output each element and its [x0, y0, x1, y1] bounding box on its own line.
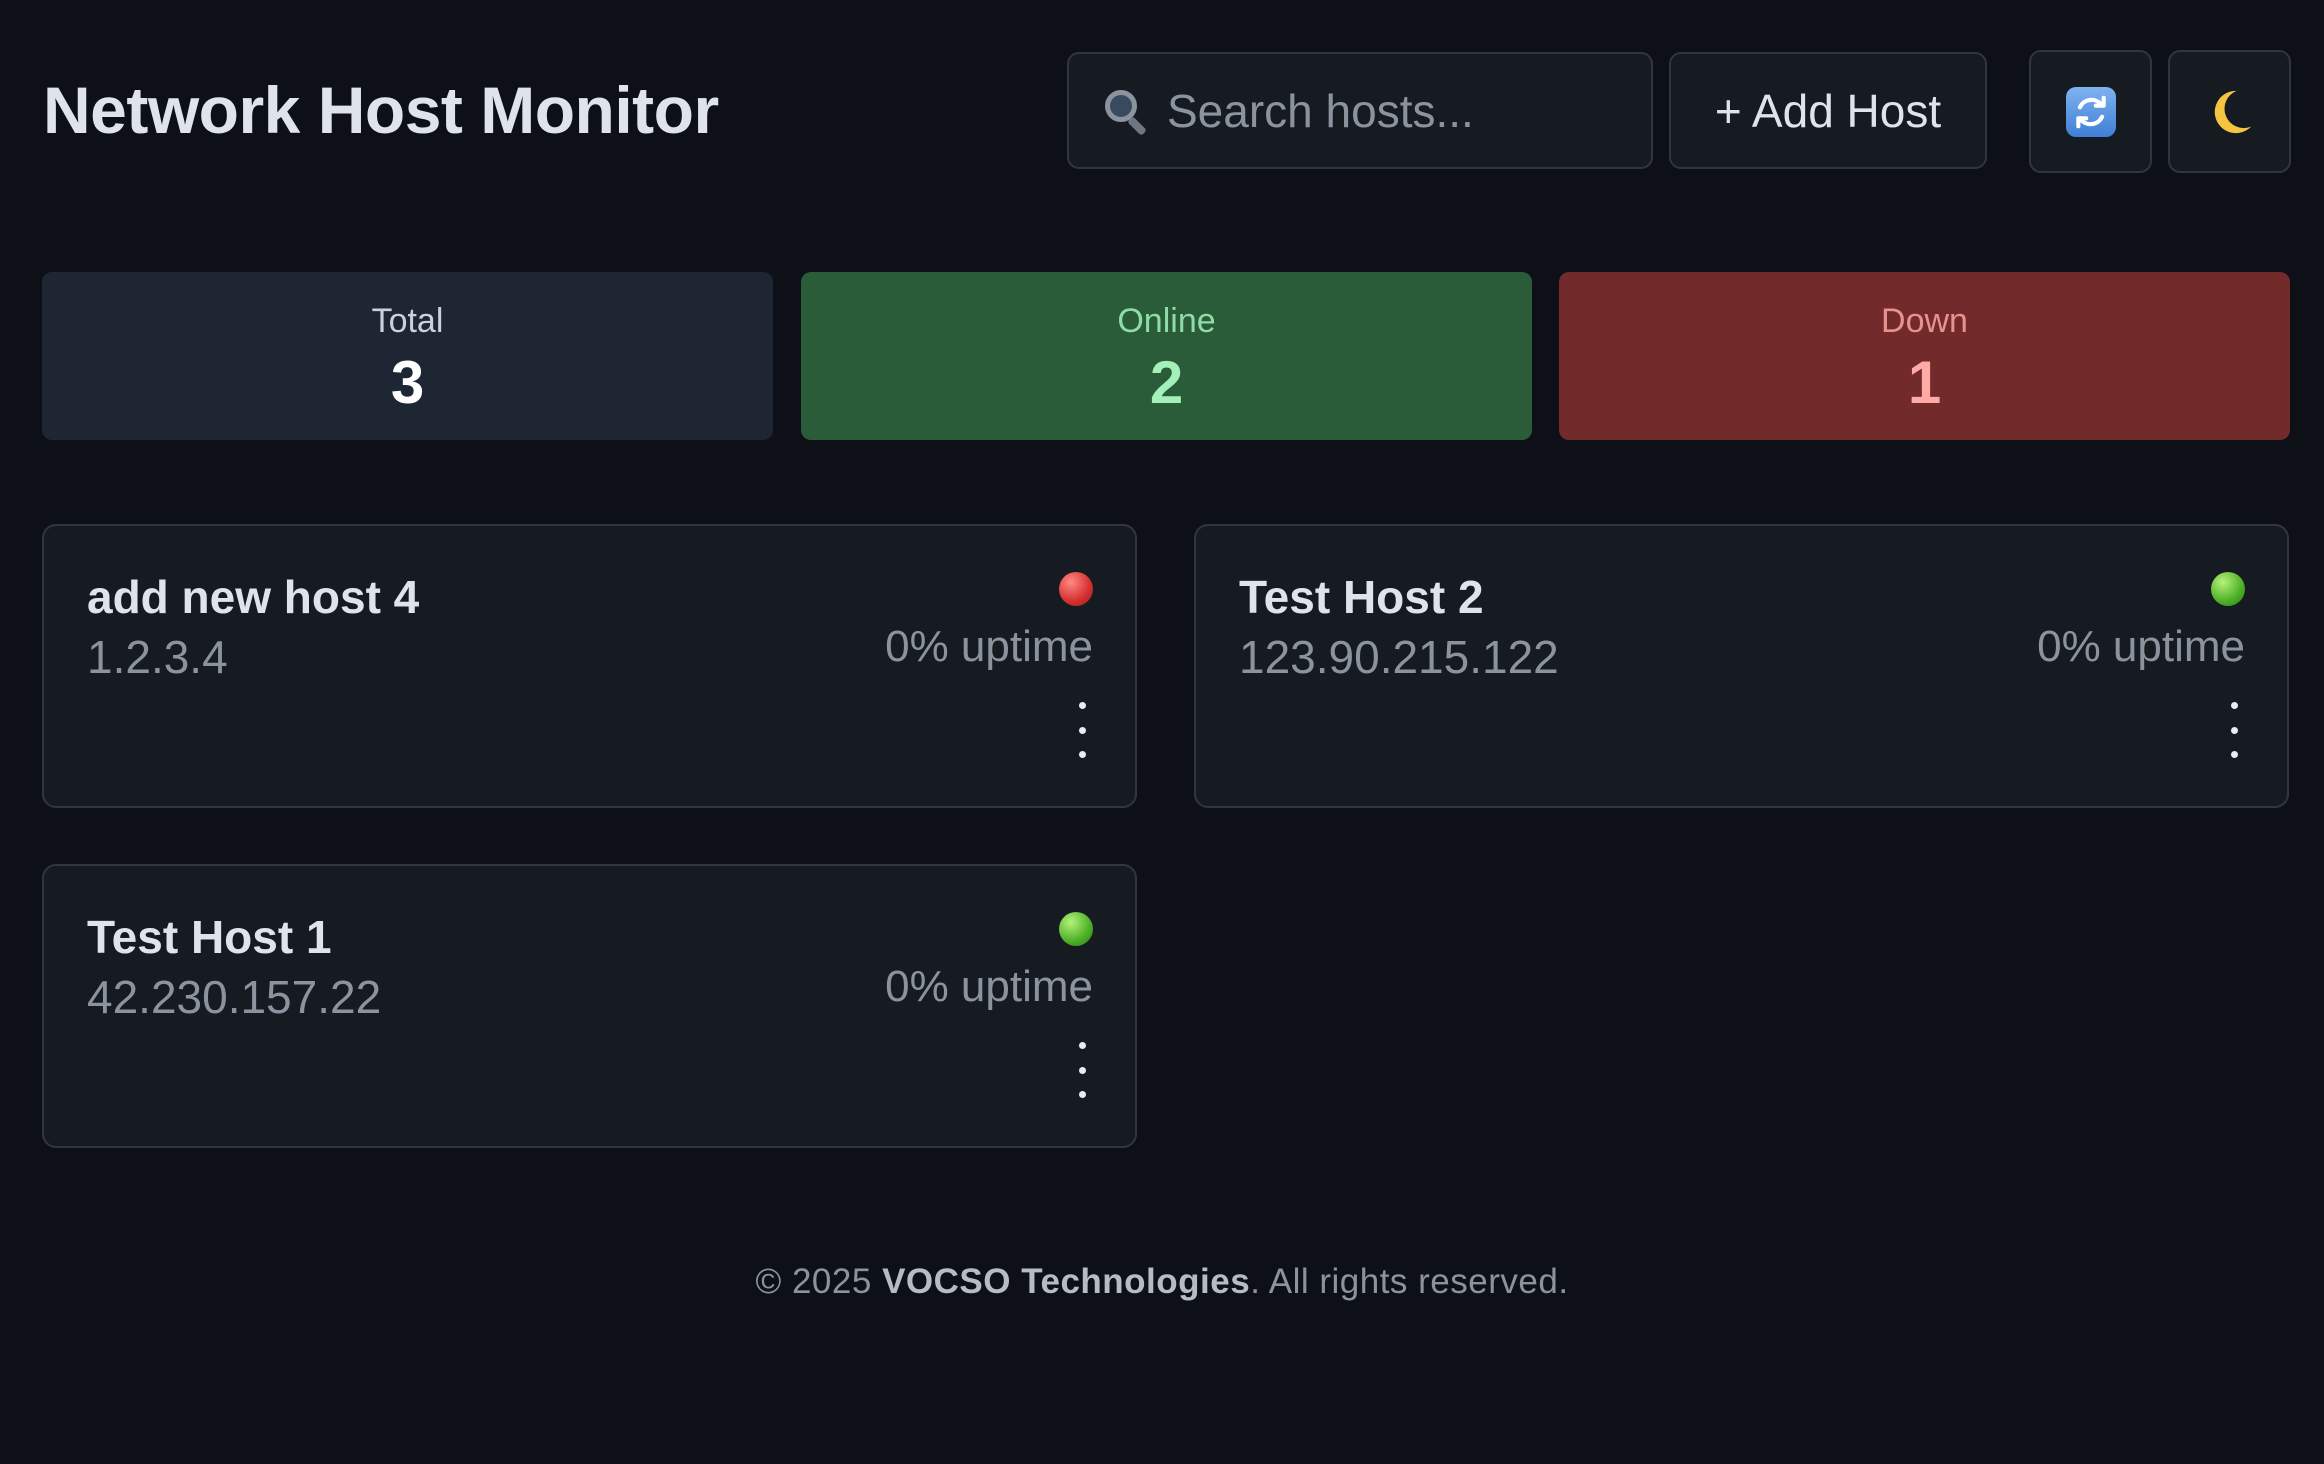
- host-menu-button[interactable]: [2219, 702, 2249, 758]
- status-online-indicator: [2211, 572, 2245, 606]
- stat-online-card: Online 2: [801, 272, 1532, 440]
- status-down-indicator: [1059, 572, 1093, 606]
- kebab-icon-dot: [2230, 726, 2238, 734]
- kebab-icon-dot: [1078, 751, 1086, 758]
- host-uptime: 0% uptime: [2037, 622, 2245, 671]
- page-title: Network Host Monitor: [43, 73, 719, 147]
- search-icon: [1103, 88, 1149, 136]
- stat-online-value: 2: [1149, 349, 1184, 416]
- moon-icon: [2214, 90, 2251, 133]
- app-page: Network Host Monitor + Add Host Total 3 …: [0, 0, 2324, 1464]
- kebab-icon-dot: [2230, 702, 2238, 709]
- search-input[interactable]: [1167, 83, 1647, 138]
- host-ip: 42.230.157.22: [87, 971, 382, 1023]
- host-uptime: 0% uptime: [885, 962, 1093, 1011]
- kebab-icon-dot: [2230, 751, 2238, 758]
- host-menu-button[interactable]: [1067, 702, 1097, 758]
- footer-company: VOCSO Technologies: [882, 1262, 1251, 1301]
- footer-copyright: © 2025: [755, 1262, 883, 1301]
- stat-down-value: 1: [1907, 349, 1942, 416]
- stat-down-label: Down: [1881, 302, 1968, 340]
- kebab-icon-dot: [1078, 726, 1086, 734]
- host-card[interactable]: Test Host 2 123.90.215.122 0% uptime: [1194, 524, 2289, 808]
- host-menu-button[interactable]: [1067, 1042, 1097, 1098]
- stat-total-label: Total: [371, 302, 444, 340]
- kebab-icon-dot: [1078, 702, 1086, 709]
- search-box[interactable]: [1067, 52, 1653, 169]
- host-uptime: 0% uptime: [885, 622, 1093, 671]
- host-ip: 1.2.3.4: [87, 631, 228, 683]
- stat-down-card: Down 1: [1559, 272, 2290, 440]
- refresh-button[interactable]: [2029, 50, 2152, 173]
- host-card[interactable]: add new host 4 1.2.3.4 0% uptime: [42, 524, 1137, 808]
- kebab-icon-dot: [1078, 1042, 1086, 1049]
- add-host-button[interactable]: + Add Host: [1669, 52, 1987, 169]
- theme-toggle-button[interactable]: [2168, 50, 2291, 173]
- footer-rights: . All rights reserved.: [1250, 1262, 1569, 1301]
- host-name: Test Host 2: [1239, 571, 1484, 623]
- host-name: add new host 4: [87, 571, 420, 623]
- stat-total-card: Total 3: [42, 272, 773, 440]
- stat-total-value: 3: [390, 349, 425, 416]
- status-online-indicator: [1059, 912, 1093, 946]
- host-name: Test Host 1: [87, 911, 332, 963]
- host-ip: 123.90.215.122: [1239, 631, 1559, 683]
- host-card[interactable]: Test Host 1 42.230.157.22 0% uptime: [42, 864, 1137, 1148]
- refresh-icon: [2065, 86, 2116, 137]
- kebab-icon-dot: [1078, 1091, 1086, 1098]
- footer: © 2025 VOCSO Technologies. All rights re…: [0, 1262, 2324, 1302]
- stat-online-label: Online: [1117, 302, 1216, 340]
- kebab-icon-dot: [1078, 1066, 1086, 1074]
